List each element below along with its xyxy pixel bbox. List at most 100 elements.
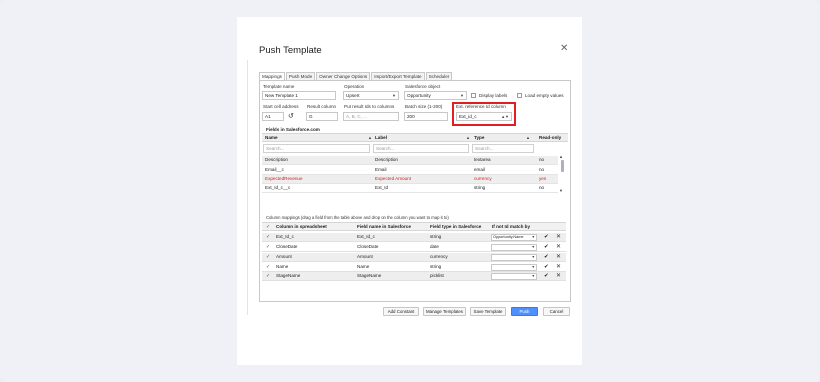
match-by-value: Opportunity.Name (493, 235, 524, 239)
header-label[interactable]: Label (375, 135, 387, 141)
header-field-type: Field type in Salesforce (430, 224, 482, 229)
check-icon: ✓ (266, 244, 271, 250)
push-button[interactable]: Push (511, 307, 538, 316)
remove-icon[interactable]: ✕ (556, 233, 561, 241)
mapping-column: CloseDate (276, 244, 298, 249)
mapping-type: currency (430, 254, 448, 259)
mapping-field: StageName (357, 273, 382, 278)
display-labels-checkbox[interactable] (471, 93, 476, 98)
header-match-by: If not Id match by (492, 224, 531, 229)
sort-up-icon[interactable]: ▲ (466, 135, 470, 140)
mapping-field: Name (357, 264, 370, 269)
chevron-down-icon: ▼ (531, 235, 535, 239)
mapping-row[interactable]: ✓ Amount Amount currency ▼ ✔ ✕ (262, 253, 566, 262)
result-column-input[interactable]: G (306, 112, 338, 121)
operation-select[interactable]: Upsert ▼ (343, 91, 399, 100)
put-result-ids-label: Put result Ids to columns (344, 104, 395, 109)
header-name[interactable]: Name (265, 135, 278, 141)
put-result-ids-input[interactable]: A, B, C, ... (343, 112, 399, 121)
load-empty-values-checkbox[interactable] (517, 93, 522, 98)
search-label-input[interactable]: Search... (373, 144, 469, 153)
header-field-name: Field name in Salesforce (357, 224, 411, 229)
dialog-edge (247, 60, 248, 315)
mapping-row[interactable]: ✓ Name Name string ▼ ✔ ✕ (262, 263, 566, 272)
match-by-select[interactable]: ▼ (491, 264, 537, 271)
batch-size-label: Batch size (1-200) (405, 104, 443, 109)
remove-icon[interactable]: ✕ (556, 253, 561, 261)
highlight-box (452, 102, 516, 126)
field-label: Email (375, 167, 387, 172)
match-by-select[interactable]: ▼ (491, 254, 537, 261)
dialog-title: Push Template (259, 45, 322, 56)
header-type[interactable]: Type (474, 135, 484, 141)
remove-icon[interactable]: ✕ (556, 243, 561, 251)
fields-search-row: Search... Search... Search... (262, 143, 568, 155)
remove-icon[interactable]: ✕ (556, 272, 561, 280)
mapping-column: Name (276, 264, 289, 269)
chevron-down-icon: ▼ (460, 93, 464, 98)
chevron-down-icon: ▼ (531, 274, 535, 278)
start-cell-label: Start cell address (263, 104, 299, 109)
pin-icon[interactable]: ✔ (544, 253, 549, 261)
check-icon: ✓ (266, 273, 271, 279)
mapping-type: string (430, 264, 442, 269)
chevron-down-icon: ▼ (531, 245, 535, 249)
pin-icon[interactable]: ✔ (544, 272, 549, 280)
table-row[interactable]: Ext_Id_c__c Ext_Id string no (262, 184, 558, 193)
field-name: ExpectedRevenue (265, 176, 303, 181)
salesforce-object-select[interactable]: Opportunity ▼ (404, 91, 467, 100)
mapping-type: string (430, 234, 442, 239)
field-type: textarea (474, 157, 491, 162)
check-icon: ✓ (266, 264, 271, 270)
chevron-down-icon: ▼ (531, 265, 535, 269)
operation-label: Operation (344, 84, 365, 89)
add-constant-button[interactable]: Add Constant (383, 307, 419, 316)
load-empty-values-label: Load empty values (525, 93, 564, 98)
field-readonly: yes (539, 176, 547, 181)
table-row[interactable]: ExpectedRevenue Expected Amount currency… (262, 175, 558, 184)
search-type-input[interactable]: Search... (472, 144, 534, 153)
sort-up-icon[interactable]: ▲ (368, 135, 372, 140)
manage-templates-button[interactable]: Manage Templates (423, 307, 466, 316)
field-name: Email__c (265, 167, 284, 172)
mapping-type: picklist (430, 273, 444, 278)
pin-icon[interactable]: ✔ (544, 263, 549, 271)
scroll-down-icon[interactable]: ▼ (559, 188, 563, 193)
fields-scrollbar[interactable]: ▲ ▼ (559, 154, 565, 194)
match-by-select[interactable]: Opportunity.Name ▼ (491, 234, 537, 241)
match-by-select[interactable]: ▼ (491, 273, 537, 280)
display-labels-label: Display labels (479, 93, 508, 98)
mapping-row[interactable]: ✓ StageName StageName picklist ▼ ✔ ✕ (262, 272, 566, 281)
save-template-button[interactable]: Save Template (470, 307, 506, 316)
table-row[interactable]: Email__c Email email no (262, 166, 558, 175)
fields-table-header: Name ▲ Label ▲ Type ▲ Read-only (262, 133, 568, 142)
batch-size-input[interactable]: 200 (404, 112, 448, 121)
scrollbar-thumb[interactable] (561, 160, 564, 172)
mappings-hint: Column mappings (drag a field from the t… (266, 215, 449, 220)
mapping-row[interactable]: ✓ Ext_Id_c Ext_Id_c string Opportunity.N… (262, 233, 566, 242)
mapping-row[interactable]: ✓ CloseDate CloseDate date ▼ ✔ ✕ (262, 243, 566, 252)
close-icon[interactable]: ✕ (560, 44, 568, 54)
start-cell-input[interactable]: A1 (262, 112, 284, 121)
mapping-type: date (430, 244, 439, 249)
scroll-up-icon[interactable]: ▲ (559, 154, 563, 159)
table-row[interactable]: Description Description textarea no (262, 156, 558, 165)
pin-icon[interactable]: ✔ (544, 243, 549, 251)
salesforce-object-label: Salesforce object (405, 84, 441, 89)
remove-icon[interactable]: ✕ (556, 263, 561, 271)
header-read-only[interactable]: Read-only (539, 135, 561, 141)
refresh-icon[interactable]: ↺ (288, 113, 294, 120)
pin-icon[interactable]: ✔ (544, 233, 549, 241)
mapping-field: Ext_Id_c (357, 234, 375, 239)
mapping-field: CloseDate (357, 244, 379, 249)
template-name-input[interactable]: New Template 1 (262, 91, 336, 100)
search-name-input[interactable]: Search... (263, 144, 370, 153)
sort-up-icon[interactable]: ▲ (526, 135, 530, 140)
chevron-down-icon: ▼ (392, 93, 396, 98)
mapping-field: Amount (357, 254, 373, 259)
field-type: currency (474, 176, 492, 181)
fields-section-title: Fields in Salesforce.com (266, 127, 320, 132)
operation-value: Upsert (346, 93, 360, 98)
cancel-button[interactable]: Cancel (543, 307, 570, 316)
match-by-select[interactable]: ▼ (491, 244, 537, 251)
